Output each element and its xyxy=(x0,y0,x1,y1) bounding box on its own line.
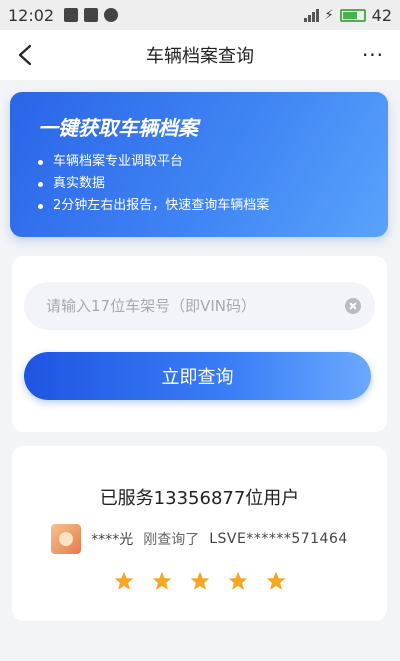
page-title: 车辆档案查询 xyxy=(146,46,254,67)
status-left: 12:02 xyxy=(8,5,119,25)
nav-bar: 车辆档案查询 ··· xyxy=(0,30,400,80)
recent-vin: LSVE******571464 xyxy=(209,531,348,547)
bullet-icon xyxy=(38,181,43,187)
feature-text: 车辆档案专业调取平台 xyxy=(53,154,184,169)
recent-user: ****光 xyxy=(91,532,134,548)
star-icon xyxy=(152,571,171,590)
charging-icon: ⚡ xyxy=(324,7,334,23)
feature-text: 真实数据 xyxy=(53,176,106,191)
star-icon xyxy=(228,571,247,590)
vin-input[interactable] xyxy=(46,297,345,315)
feature-list: 车辆档案专业调取平台 真实数据 2分钟左右出报告，快速查询车辆档案 xyxy=(38,151,360,217)
banner-title: 一键获取车辆档案 xyxy=(38,116,198,140)
back-button[interactable] xyxy=(10,40,40,70)
status-right: ⚡ 42 xyxy=(303,5,392,25)
avatar xyxy=(51,524,82,554)
star-icon xyxy=(190,571,209,590)
image-icon xyxy=(84,8,99,22)
back-arrow-icon xyxy=(18,44,32,66)
query-card: 立即查询 xyxy=(12,256,387,432)
vin-input-wrapper xyxy=(24,282,375,330)
served-card: 已服务13356877位用户 ****光 刚查询了 LSVE******5714… xyxy=(12,446,387,621)
served-count-title: 已服务13356877位用户 xyxy=(99,488,300,509)
bullet-icon xyxy=(38,159,43,165)
next-section-peek xyxy=(30,650,110,661)
feature-item: 车辆档案专业调取平台 xyxy=(38,151,360,173)
star-icon xyxy=(114,571,133,590)
feature-item: 真实数据 xyxy=(38,173,360,195)
promo-banner: 一键获取车辆档案 车辆档案专业调取平台 真实数据 2分钟左右出报告，快速查询车辆… xyxy=(10,92,388,237)
battery-icon xyxy=(339,8,366,22)
bullet-icon xyxy=(38,203,43,209)
account-icon xyxy=(104,8,119,22)
notification-icon xyxy=(64,8,79,22)
status-time: 12:02 xyxy=(8,5,55,25)
status-bar: 12:02 ⚡ 42 xyxy=(0,0,400,30)
star-icon xyxy=(266,571,285,590)
signal-icon xyxy=(303,8,319,22)
feature-text: 2分钟左右出报告，快速查询车辆档案 xyxy=(53,198,270,213)
more-menu-button[interactable]: ··· xyxy=(358,40,388,70)
feature-item: 2分钟左右出报告，快速查询车辆档案 xyxy=(38,195,360,217)
clear-icon[interactable] xyxy=(345,298,361,314)
recent-action: 刚查询了 xyxy=(143,532,200,548)
query-button[interactable]: 立即查询 xyxy=(24,352,371,400)
battery-percent: 42 xyxy=(371,5,392,25)
rating-stars xyxy=(12,570,387,592)
recent-query-row: ****光 刚查询了 LSVE******571464 xyxy=(12,524,387,554)
